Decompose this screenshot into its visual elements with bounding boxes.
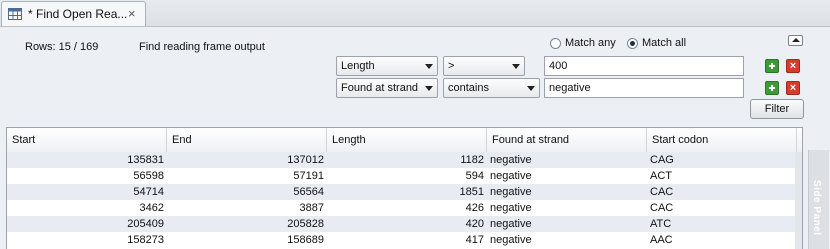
table-row[interactable]: 54714 56564 1851 negative CAC: [7, 184, 802, 200]
cell-start-codon: CAC: [650, 186, 674, 198]
filter-value-input[interactable]: negative: [544, 78, 744, 98]
side-panel-label: Side Panel: [811, 180, 822, 236]
side-panel-toggle[interactable]: Side Panel: [808, 150, 829, 249]
cell-strand: negative: [490, 218, 532, 230]
table-row[interactable]: 135831 137012 1182 negative CAG: [7, 152, 802, 168]
filter-operator-select[interactable]: >: [443, 56, 525, 76]
filter-value-text: negative: [549, 82, 591, 94]
cell-start-codon: CAC: [650, 202, 674, 214]
cell-end: 56564: [293, 186, 324, 198]
chevron-down-icon: [425, 86, 433, 91]
table-description: Find reading frame output: [139, 41, 265, 53]
cell-strand: negative: [490, 234, 532, 246]
column-header-end[interactable]: End: [167, 128, 327, 152]
table-scrollbar[interactable]: [795, 152, 802, 249]
filter-value-text: 400: [549, 60, 568, 72]
filter-operator-value: >: [448, 60, 455, 72]
filter-operator-value: contains: [448, 82, 489, 94]
chevron-down-icon: [527, 86, 535, 91]
cell-start: 54714: [133, 186, 164, 198]
add-filter-button[interactable]: [765, 59, 779, 73]
cell-end: 137012: [287, 154, 324, 166]
cell-strand: negative: [490, 154, 532, 166]
remove-filter-button[interactable]: ×: [786, 81, 800, 95]
rows-count: Rows: 15 / 169: [25, 41, 99, 53]
table-header: Start End Length Found at strand Start c…: [7, 128, 802, 153]
match-all-radio[interactable]: Match all: [627, 37, 686, 49]
cell-end: 57191: [293, 170, 324, 182]
remove-filter-button[interactable]: ×: [786, 59, 800, 73]
table-row[interactable]: 205409 205828 420 negative ATC: [7, 216, 802, 232]
cell-start-codon: ACT: [650, 170, 672, 182]
radio-unselected-icon: [550, 37, 561, 49]
cell-length: 420: [465, 218, 484, 230]
cell-end: 205828: [287, 218, 324, 230]
column-header-start-codon[interactable]: Start codon: [647, 128, 797, 152]
results-table: Start End Length Found at strand Start c…: [6, 127, 803, 249]
filter-field-value: Length: [341, 60, 375, 72]
filter-operator-select[interactable]: contains: [443, 78, 540, 98]
cell-end: 158689: [287, 234, 324, 246]
filter-button[interactable]: Filter: [750, 99, 804, 119]
radio-selected-icon: [627, 37, 638, 49]
cell-start: 135831: [127, 154, 164, 166]
cell-start: 158273: [127, 234, 164, 246]
cell-start-codon: CAG: [650, 154, 674, 166]
cell-strand: negative: [490, 202, 532, 214]
cell-length: 1182: [460, 154, 484, 166]
cell-strand: negative: [490, 170, 532, 182]
table-icon: [8, 8, 22, 20]
add-filter-button[interactable]: [765, 81, 779, 95]
column-header-start[interactable]: Start: [7, 128, 167, 152]
table-row[interactable]: 56598 57191 594 negative ACT: [7, 168, 802, 184]
match-all-label: Match all: [642, 37, 687, 49]
cell-length: 426: [465, 202, 484, 214]
filter-panel: Rows: 15 / 169 Find reading frame output…: [0, 27, 812, 123]
chevron-down-icon: [425, 64, 433, 69]
cell-end: 3887: [299, 202, 324, 214]
filter-value-input[interactable]: 400: [544, 56, 744, 76]
collapse-filter-button[interactable]: [788, 35, 803, 46]
match-any-label: Match any: [565, 37, 616, 49]
cell-length: 1851: [459, 186, 484, 198]
filter-field-value: Found at strand: [341, 82, 419, 94]
close-icon[interactable]: ×: [128, 6, 136, 21]
cell-length: 594: [465, 170, 484, 182]
chevron-down-icon: [512, 64, 520, 69]
cell-start-codon: AAC: [650, 234, 673, 246]
editor-tab-bar: * Find Open Rea... ×: [0, 0, 830, 27]
table-row[interactable]: 3462 3887 426 negative CAC: [7, 200, 802, 216]
cell-start: 3462: [139, 202, 164, 214]
column-header-length[interactable]: Length: [327, 128, 487, 152]
cell-length: 417: [465, 234, 484, 246]
filter-field-select[interactable]: Length: [336, 56, 438, 76]
table-row[interactable]: 158273 158689 417 negative AAC: [7, 232, 802, 248]
filter-field-select[interactable]: Found at strand: [336, 78, 438, 98]
cell-start-codon: ATC: [650, 218, 672, 230]
tab-find-open-reading-frames[interactable]: * Find Open Rea... ×: [1, 1, 146, 26]
cell-start: 56598: [133, 170, 164, 182]
column-header-found-at-strand[interactable]: Found at strand: [487, 128, 647, 152]
cell-start: 205409: [127, 218, 164, 230]
tab-title: * Find Open Rea...: [28, 7, 128, 21]
match-any-radio[interactable]: Match any: [550, 37, 616, 49]
cell-strand: negative: [490, 186, 532, 198]
